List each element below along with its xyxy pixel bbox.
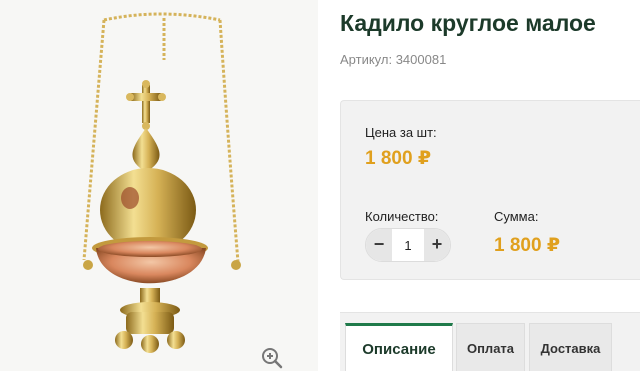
- quantity-input[interactable]: [392, 229, 424, 261]
- product-title: Кадило круглое малое: [340, 10, 596, 36]
- unit-price: 1 800 ₽: [365, 148, 432, 169]
- total-sum: 1 800 ₽: [494, 235, 561, 256]
- tab-description[interactable]: Описание: [345, 323, 453, 371]
- sum-label: Сумма:: [494, 209, 539, 224]
- cross-icon: [126, 80, 166, 130]
- tab-payment[interactable]: Оплата: [456, 323, 525, 371]
- price-label: Цена за шт:: [365, 125, 437, 140]
- product-image[interactable]: [60, 0, 260, 371]
- quantity-label: Количество:: [365, 209, 439, 224]
- product-gallery: [0, 0, 318, 371]
- tab-delivery[interactable]: Доставка: [529, 323, 612, 371]
- price-panel: Цена за шт: 1 800 ₽ Количество: − + Сумм…: [340, 100, 640, 280]
- quantity-stepper: − +: [365, 228, 451, 262]
- product-tabs: Описание Оплата Доставка: [340, 312, 640, 371]
- quantity-increase-button[interactable]: +: [424, 229, 450, 261]
- quantity-decrease-button[interactable]: −: [366, 229, 392, 261]
- product-sku: Артикул: 3400081: [340, 52, 447, 67]
- zoom-in-icon[interactable]: [260, 346, 284, 370]
